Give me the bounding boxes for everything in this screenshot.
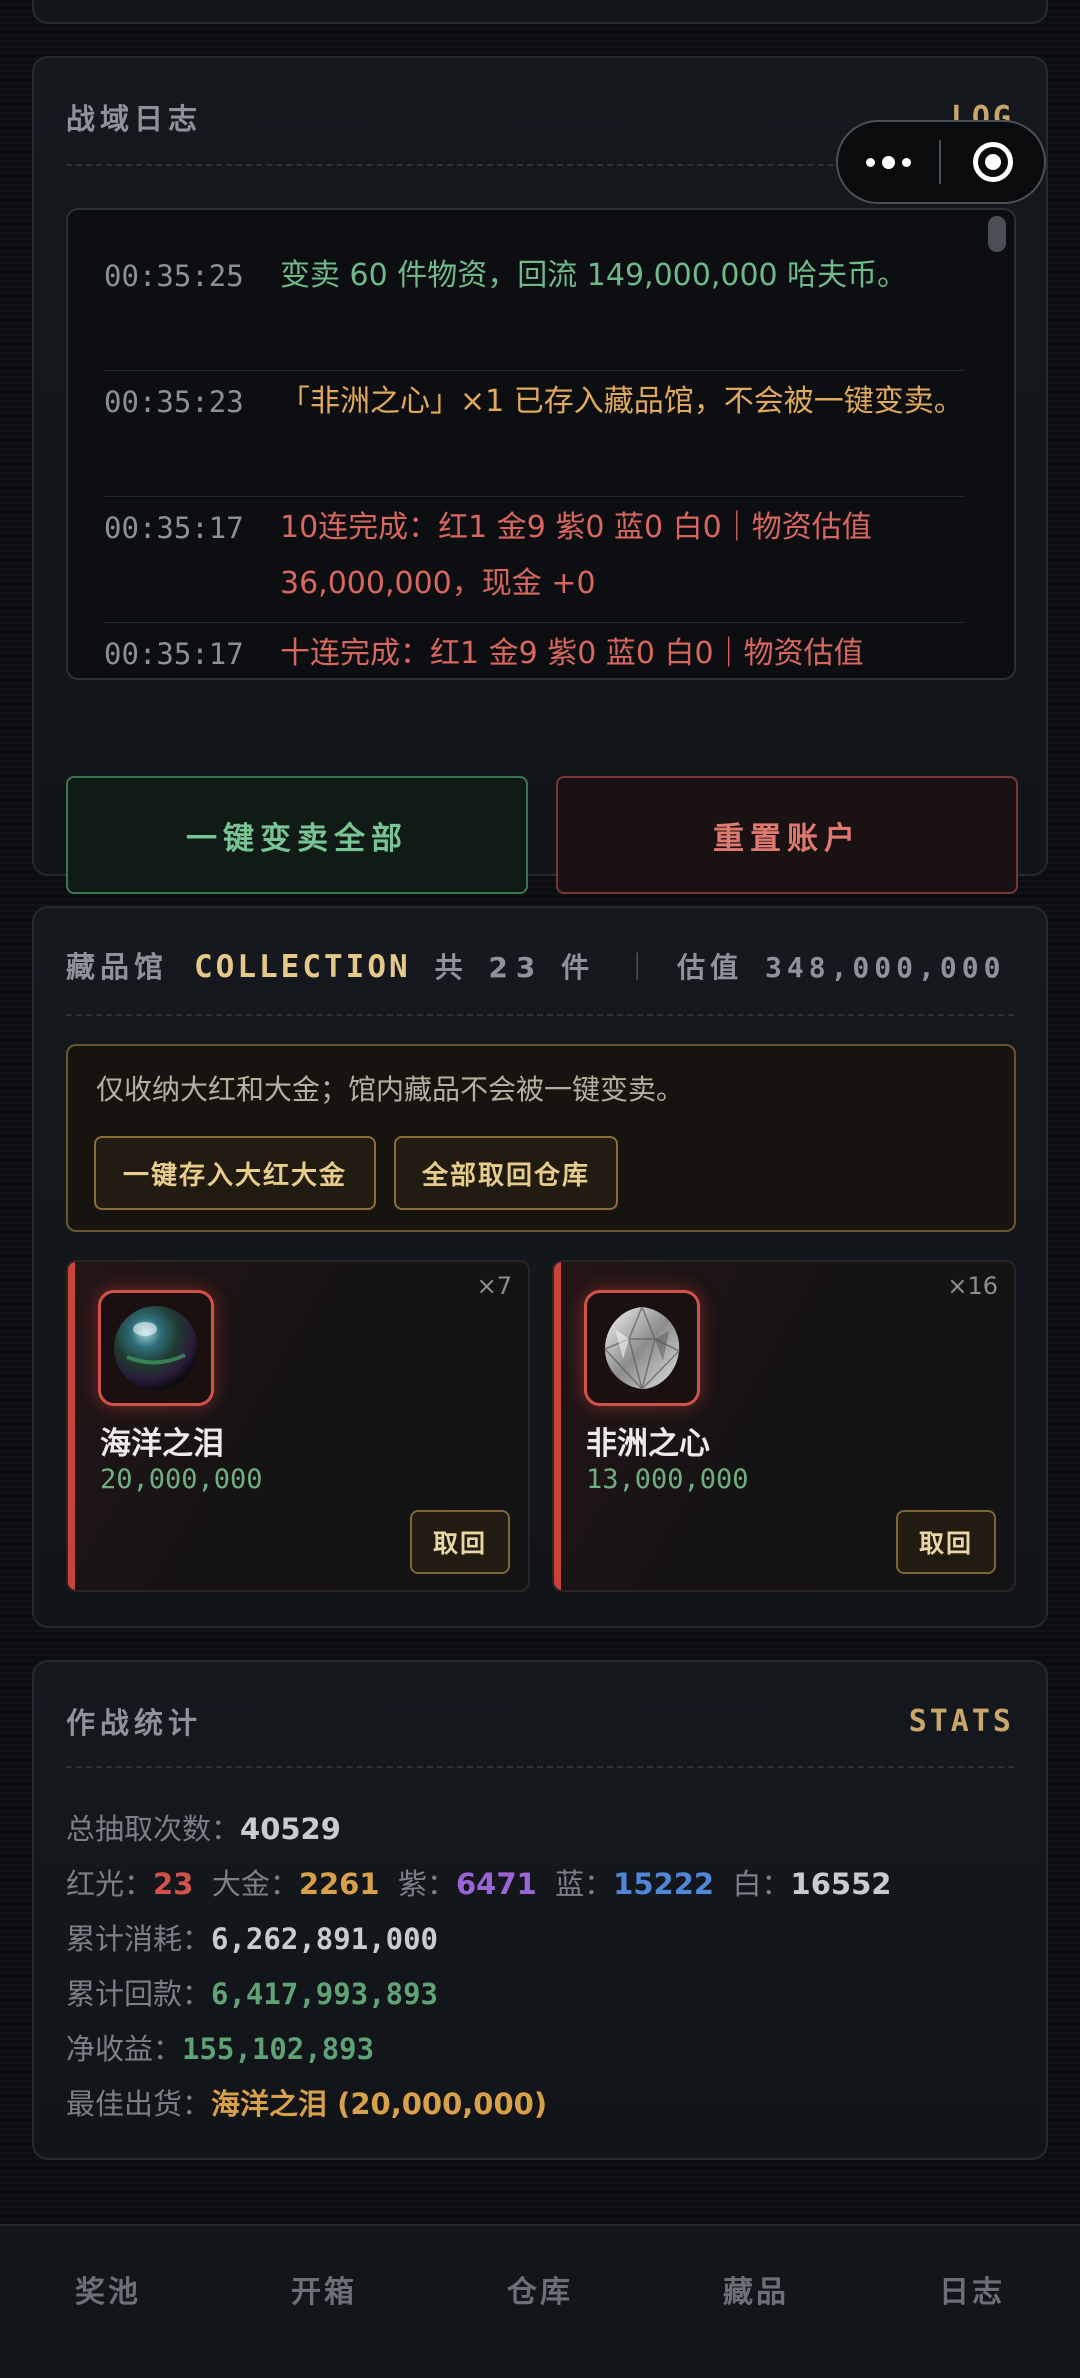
stat-label: 紫：: [397, 1867, 456, 1901]
log-message: 10连完成：红1 金9 紫0 蓝0 白0｜物资估值 36,000,000，现金 …: [280, 510, 872, 601]
stats-panel-tag: STATS: [908, 1703, 1014, 1739]
nav-tab-open-box[interactable]: 开箱: [216, 2226, 432, 2378]
stat-value: 海洋之泪 (20,000,000): [211, 2087, 548, 2121]
stat-label: 总抽取次数：: [66, 1812, 241, 1846]
log-time: 00:35:23: [104, 385, 244, 419]
stat-value: 6,262,891,000: [211, 1922, 438, 1956]
log-separator: [104, 370, 964, 371]
item-name: 非洲之心: [586, 1426, 710, 1462]
stat-label: 红光：: [66, 1867, 154, 1901]
log-message: 十连完成：红1 金9 紫0 蓝0 白0｜物资估值: [280, 636, 864, 671]
collection-count: 共 23 件: [434, 951, 598, 984]
stat-total: 总抽取次数：40529: [66, 1806, 341, 1848]
log-entry: 00:35:25 变卖 60 件物资，回流 149,000,000 哈夫币。: [104, 248, 964, 304]
collection-notice: 仅收纳大红和大金；馆内藏品不会被一键变卖。 一键存入大红大金 全部取回仓库: [66, 1044, 1016, 1232]
miniprogram-capsule: [836, 120, 1046, 204]
stat-value: 6,417,993,893: [211, 1977, 438, 2011]
stat-value: 23: [153, 1867, 194, 1901]
collection-title: 藏品馆: [66, 950, 169, 984]
stat-value: 2261: [298, 1867, 380, 1901]
stat-label: 大金：: [211, 1867, 299, 1901]
stat-spent: 累计消耗：6,262,891,000: [66, 1916, 438, 1958]
store-red-gold-button[interactable]: 一键存入大红大金: [94, 1136, 376, 1210]
sell-all-button[interactable]: 一键变卖全部: [66, 776, 528, 894]
stat-label: 累计消耗：: [66, 1922, 212, 1956]
stat-value: 15222: [613, 1867, 715, 1901]
log-entry: 00:35:23 「非洲之心」×1 已存入藏品馆，不会被一键变卖。: [104, 374, 964, 430]
log-message: 「非洲之心」×1 已存入藏品馆，不会被一键变卖。: [280, 384, 964, 419]
item-count: ×16: [947, 1272, 998, 1300]
stat-net: 净收益：155,102,893: [66, 2026, 374, 2068]
log-time: 00:35:17: [104, 637, 244, 671]
item-value: 20,000,000: [100, 1464, 263, 1495]
divider: [66, 1014, 1014, 1016]
log-message: 变卖 60 件物资，回流 149,000,000 哈夫币。: [280, 258, 908, 293]
log-separator: [104, 496, 964, 497]
collection-tag: COLLECTION: [194, 949, 411, 985]
previous-panel-edge: [32, 0, 1048, 24]
stat-label: 净收益：: [66, 2032, 183, 2066]
retrieve-button[interactable]: 取回: [410, 1510, 510, 1574]
nav-tab-log[interactable]: 日志: [864, 2226, 1080, 2378]
collection-value: 估值 348,000,000: [677, 951, 1006, 984]
log-entry: 00:35:17 十连完成：红1 金9 紫0 蓝0 白0｜物资估值: [104, 626, 964, 678]
item-value: 13,000,000: [586, 1464, 749, 1495]
stat-value: 40529: [240, 1812, 341, 1846]
stats-panel: 作战统计 STATS 总抽取次数：40529 红光：23 大金：2261 紫：6…: [32, 1660, 1048, 2160]
scrollbar-thumb[interactable]: [988, 216, 1006, 252]
collection-header: 藏品馆 COLLECTION 共 23 件 ｜ 估值 348,000,000: [66, 944, 1005, 986]
stat-label: 最佳出货：: [66, 2087, 212, 2121]
item-count: ×7: [476, 1272, 512, 1300]
stat-best: 最佳出货：海洋之泪 (20,000,000): [66, 2081, 547, 2123]
item-name: 海洋之泪: [100, 1426, 224, 1462]
nav-tab-prize-pool[interactable]: 奖池: [0, 2226, 216, 2378]
diamond-icon: [584, 1290, 700, 1406]
stat-value: 16552: [790, 1867, 892, 1901]
bottom-nav: 奖池 开箱 仓库 藏品 日志: [0, 2224, 1080, 2378]
stat-label: 白：: [732, 1867, 791, 1901]
stat-value: 155,102,893: [182, 2032, 375, 2066]
header-divider: ｜: [623, 951, 652, 984]
stat-value: 6471: [456, 1867, 537, 1901]
divider: [66, 1766, 1014, 1768]
collection-card[interactable]: ×7 海洋之泪 20,000,000 取回: [66, 1260, 530, 1592]
nav-tab-warehouse[interactable]: 仓库: [432, 2226, 648, 2378]
notice-text: 仅收纳大红和大金；馆内藏品不会被一键变卖。: [96, 1073, 685, 1106]
stat-label: 累计回款：: [66, 1977, 212, 2011]
retrieve-button[interactable]: 取回: [896, 1510, 996, 1574]
log-time: 00:35:25: [104, 259, 244, 293]
stat-rarity-breakdown: 红光：23 大金：2261 紫：6471 蓝：15222 白：16552: [66, 1861, 891, 1903]
collection-card[interactable]: ×16 非洲之心 13,000,000 取回: [552, 1260, 1016, 1592]
log-time: 00:35:17: [104, 511, 244, 545]
retrieve-all-button[interactable]: 全部取回仓库: [394, 1136, 618, 1210]
stats-panel-header: 作战统计 STATS: [66, 1700, 1014, 1742]
log-list[interactable]: 00:35:25 变卖 60 件物资，回流 149,000,000 哈夫币。 0…: [66, 208, 1016, 680]
stat-label: 蓝：: [555, 1867, 614, 1901]
collection-panel: 藏品馆 COLLECTION 共 23 件 ｜ 估值 348,000,000 仅…: [32, 906, 1048, 1628]
target-ring-icon[interactable]: [941, 142, 1044, 182]
log-panel-title: 战域日志: [66, 102, 203, 136]
stat-returned: 累计回款：6,417,993,893: [66, 1971, 438, 2013]
log-separator: [104, 622, 964, 623]
stats-panel-title: 作战统计: [66, 1706, 203, 1740]
more-dots-icon[interactable]: [838, 155, 939, 169]
log-entry: 00:35:17 10连完成：红1 金9 紫0 蓝0 白0｜物资估值 36,00…: [104, 500, 964, 612]
reset-account-button[interactable]: 重置账户: [556, 776, 1018, 894]
pearl-icon: [98, 1290, 214, 1406]
nav-tab-collection[interactable]: 藏品: [648, 2226, 864, 2378]
